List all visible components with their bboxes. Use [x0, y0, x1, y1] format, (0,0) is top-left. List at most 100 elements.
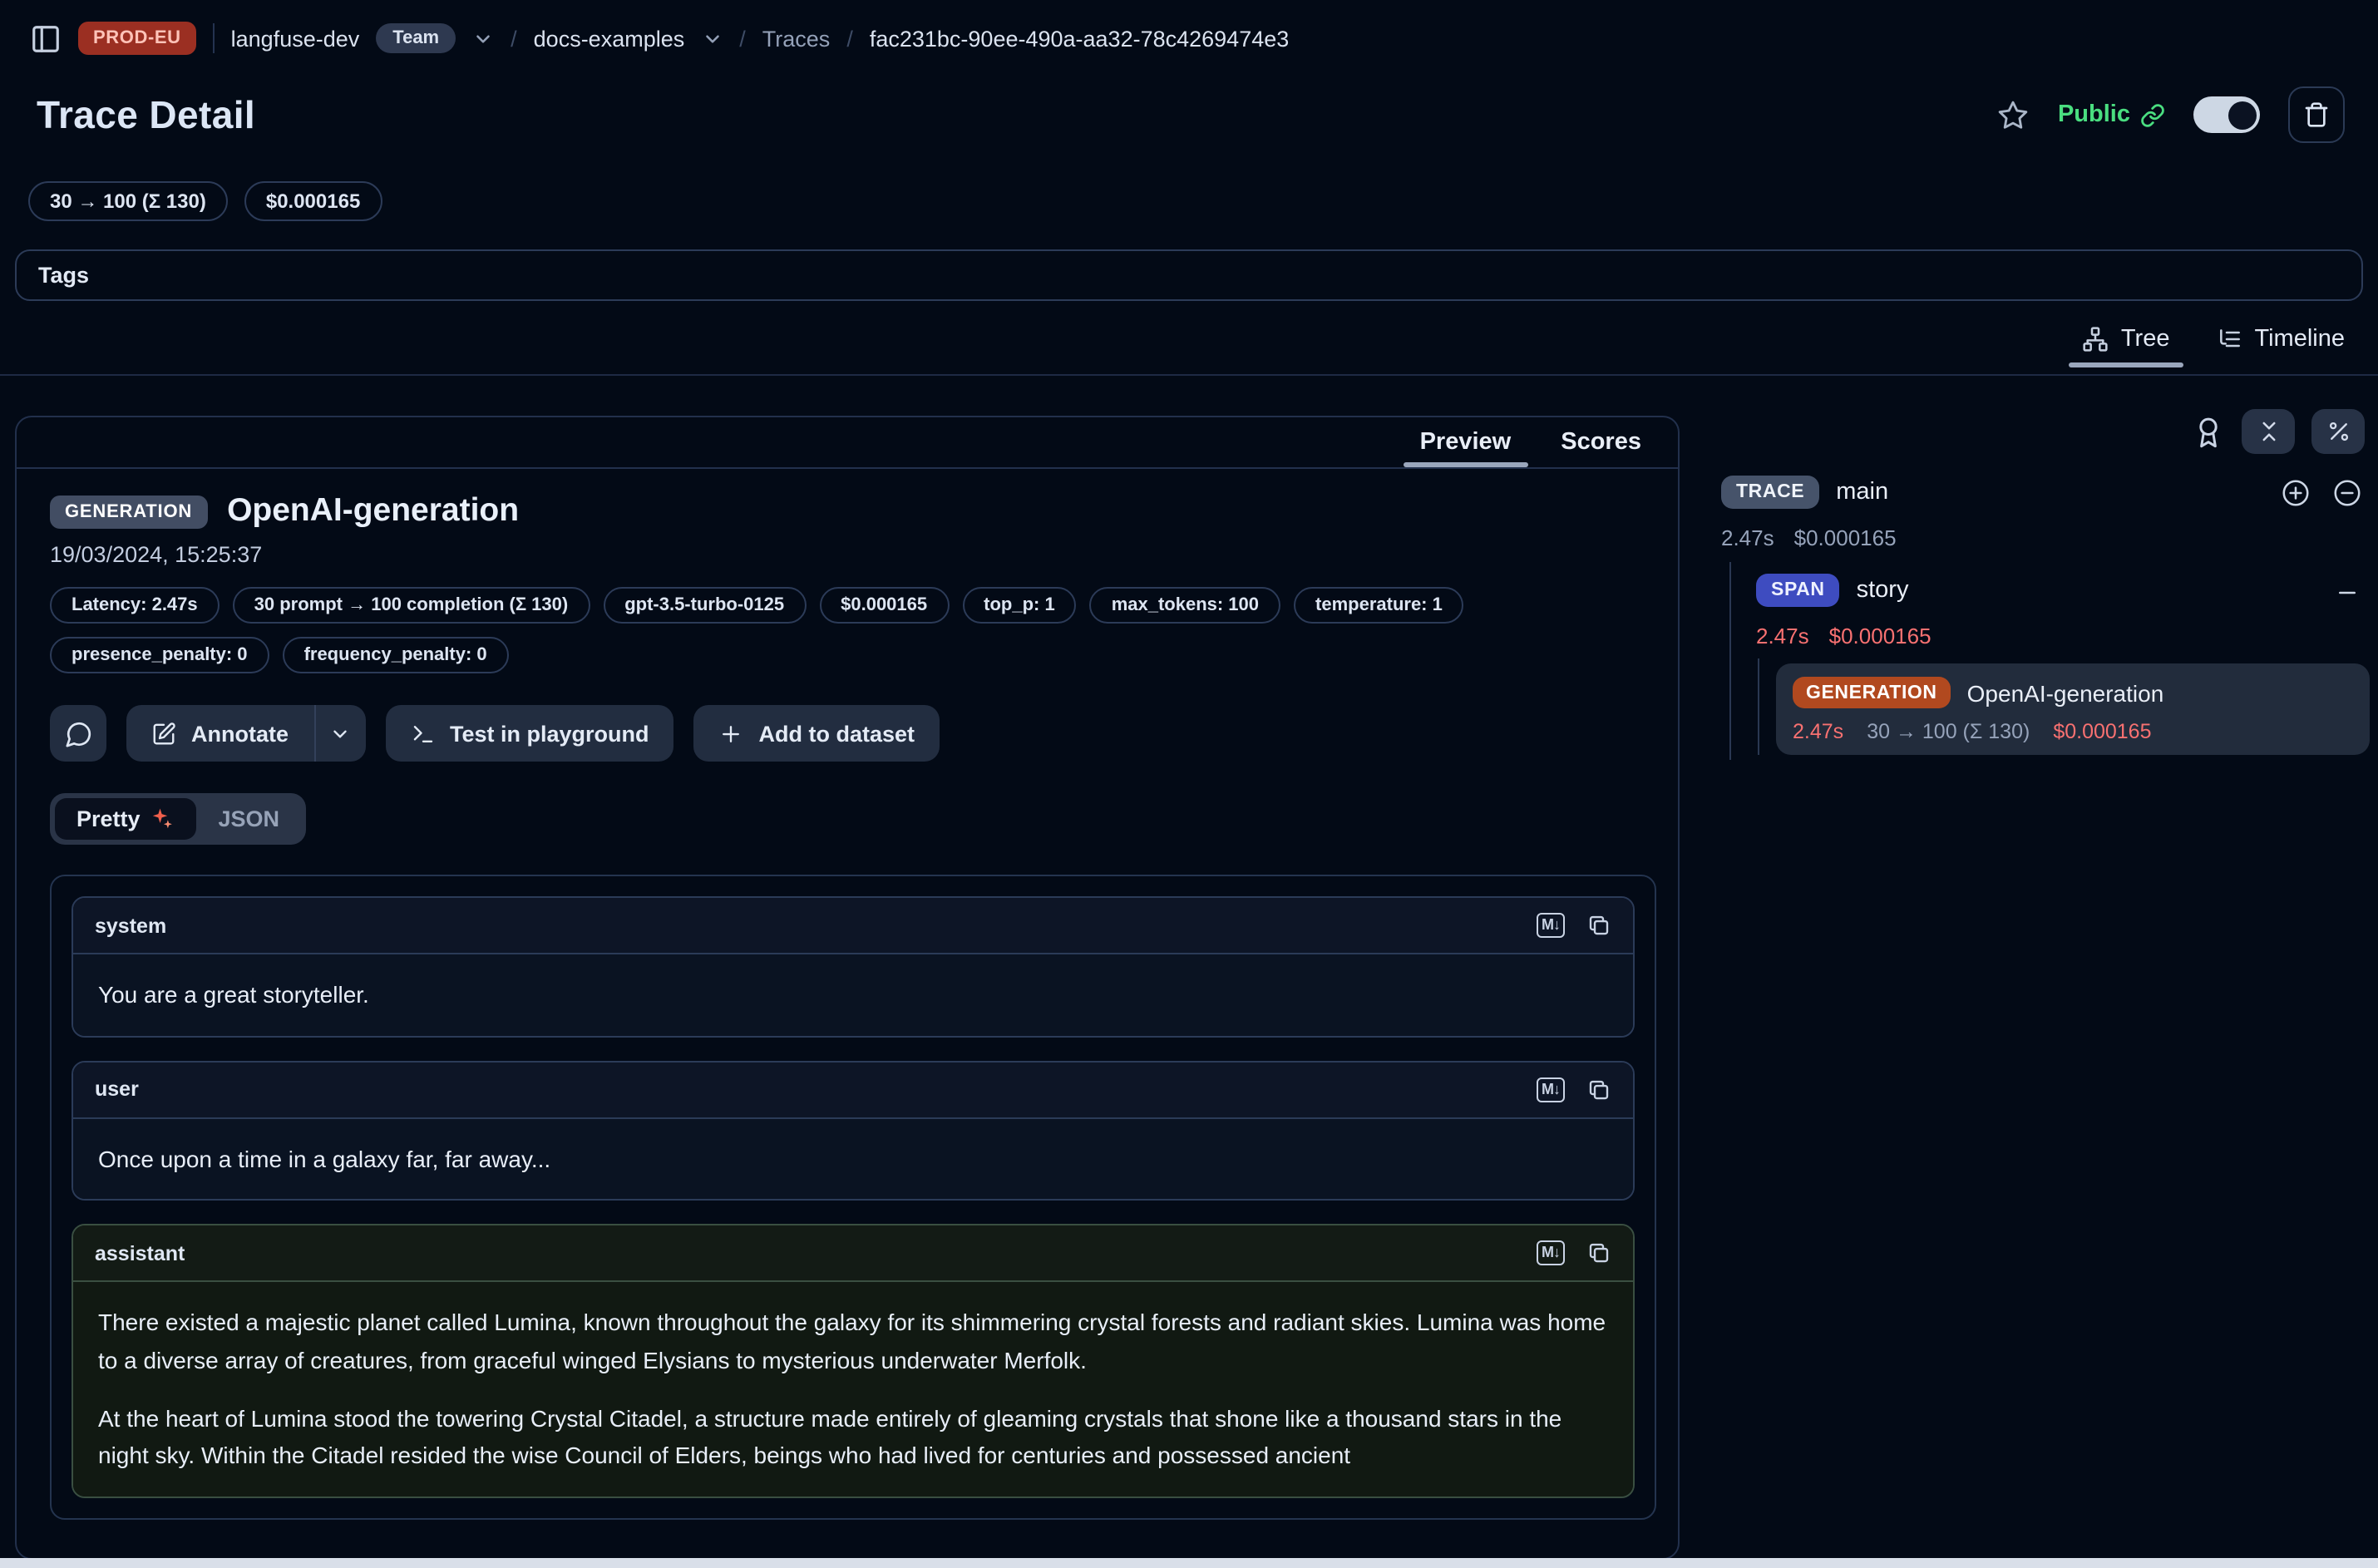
chevron-down-icon[interactable] [701, 27, 723, 49]
trace-detail-page: PROD-EU langfuse-dev Team / docs-example… [0, 0, 2378, 1568]
view-tabs: Tree Timeline [2083, 316, 2345, 362]
message-actions: M↓ [1537, 1077, 1611, 1102]
generation-cost: $0.000165 [2053, 720, 2151, 743]
tab-tree[interactable]: Tree [2083, 326, 2170, 353]
breadcrumb-trace-id: fac231bc-90ee-490a-aa32-78c4269474e3 [870, 26, 1289, 51]
span-type-badge: SPAN [1756, 574, 1840, 607]
span-cost: $0.000165 [1829, 624, 1932, 648]
chevrons-collapse-icon [2256, 419, 2281, 444]
span-metrics: 2.47s $0.000165 [1756, 624, 1932, 648]
trace-metrics: 2.47s $0.000165 [1721, 525, 1897, 550]
message-header: user M↓ [73, 1062, 1633, 1118]
markdown-icon[interactable]: M↓ [1537, 1241, 1565, 1266]
breadcrumb-organization[interactable]: langfuse-dev [231, 26, 360, 51]
trace-cost: $0.000165 [1794, 525, 1897, 550]
link-icon [2140, 102, 2165, 127]
tab-timeline-label: Timeline [2254, 326, 2345, 353]
tab-scores[interactable]: Scores [1561, 429, 1641, 456]
award-icon[interactable] [2192, 415, 2225, 448]
timeline-icon [2216, 326, 2242, 353]
star-icon[interactable] [1998, 99, 2030, 131]
tree-node-trace[interactable]: TRACE main [1721, 476, 1888, 509]
tabs-divider-line [0, 374, 2378, 376]
sparkles-icon [150, 806, 175, 831]
add-to-dataset-label: Add to dataset [759, 721, 915, 746]
pretty-label: Pretty [76, 806, 141, 831]
format-pretty[interactable]: Pretty [55, 798, 197, 840]
collapse-all-button[interactable] [2242, 409, 2295, 454]
message-paragraph: At the heart of Lumina stood the towerin… [98, 1399, 1608, 1475]
expand-all-icon[interactable] [2280, 477, 2311, 509]
collapse-node-icon[interactable] [2331, 477, 2363, 509]
message-header: assistant M↓ [73, 1226, 1633, 1283]
token-badge: 30 prompt → 100 completion (Σ 130) [233, 587, 590, 624]
public-link[interactable]: Public [2058, 101, 2165, 128]
breadcrumb-separator: / [846, 26, 853, 51]
generation-tokens: 30 → 100 (Σ 130) [1867, 720, 2030, 743]
tags-section[interactable]: Tags [15, 249, 2363, 301]
message-paragraph: There existed a majestic planet called L… [98, 1304, 1608, 1380]
message-actions: M↓ [1537, 1241, 1611, 1266]
generation-metrics: 2.47s 30 → 100 (Σ 130) $0.000165 [1793, 720, 2353, 743]
org-role-badge: Team [376, 23, 456, 53]
copy-icon[interactable] [1586, 1077, 1611, 1102]
panel-body: GENERATION OpenAI-generation 19/03/2024,… [17, 469, 1678, 1520]
breadcrumb: PROD-EU langfuse-dev Team / docs-example… [30, 17, 1289, 60]
trace-type-badge: TRACE [1721, 476, 1819, 509]
annotate-button[interactable]: Annotate [126, 705, 313, 762]
observation-type-badge: GENERATION [50, 495, 207, 528]
generation-name: OpenAI-generation [1967, 679, 2164, 706]
tree-zoom-controls [2280, 477, 2363, 509]
trace-latency: 2.47s [1721, 525, 1774, 550]
delete-trace-button[interactable] [2288, 86, 2345, 143]
chevron-down-icon[interactable] [472, 27, 494, 49]
breadcrumb-separator: / [511, 26, 517, 51]
frequency-penalty-badge: frequency_penalty: 0 [283, 637, 509, 673]
horizontal-scrollbar[interactable] [0, 1558, 2378, 1568]
message-header: system M↓ [73, 898, 1633, 954]
tree-node-span[interactable]: SPAN story [1756, 574, 1908, 607]
tree-node-generation-selected[interactable]: GENERATION OpenAI-generation 2.47s 30 → … [1776, 663, 2370, 755]
actions-row: Annotate Test in playground Add to datas… [50, 705, 1651, 762]
collapse-span-icon[interactable] [2335, 580, 2360, 605]
comment-icon [64, 719, 92, 747]
add-to-dataset-button[interactable]: Add to dataset [694, 705, 940, 762]
tab-timeline[interactable]: Timeline [2216, 326, 2345, 353]
annotate-split-button: Annotate [126, 705, 365, 762]
test-in-playground-button[interactable]: Test in playground [385, 705, 674, 762]
plus-icon [719, 721, 744, 746]
tab-tree-label: Tree [2121, 326, 2170, 353]
message-card-assistant: assistant M↓ There existed a majestic pl… [72, 1225, 1635, 1498]
generation-latency: 2.47s [1793, 720, 1843, 743]
percent-icon [2326, 419, 2351, 444]
sidebar-toggle-icon[interactable] [30, 22, 62, 54]
tab-preview[interactable]: Preview [1420, 429, 1512, 456]
latency-badge: Latency: 2.47s [50, 587, 220, 624]
breadcrumb-project[interactable]: docs-examples [534, 26, 685, 51]
message-paragraph: You are a great storyteller. [98, 976, 1608, 1013]
format-json[interactable]: JSON [197, 798, 302, 840]
message-paragraph: Once upon a time in a galaxy far, far aw… [98, 1140, 1608, 1177]
max-tokens-badge: max_tokens: 100 [1090, 587, 1280, 624]
metrics-percent-button[interactable] [2311, 409, 2365, 454]
span-latency: 2.47s [1756, 624, 1809, 648]
edit-icon [151, 721, 176, 746]
header-actions: Public [1998, 86, 2345, 143]
markdown-icon[interactable]: M↓ [1537, 1077, 1565, 1102]
cost-badge: $0.000165 [819, 587, 949, 624]
breadcrumb-traces[interactable]: Traces [762, 26, 831, 51]
markdown-icon[interactable]: M↓ [1537, 913, 1565, 938]
environment-badge[interactable]: PROD-EU [78, 22, 196, 55]
observation-badges: Latency: 2.47s 30 prompt → 100 completio… [50, 587, 1663, 673]
title-row: Trace Detail Public [37, 86, 2345, 143]
copy-icon[interactable] [1586, 1241, 1611, 1266]
generation-row: GENERATION OpenAI-generation [1793, 677, 2353, 708]
public-toggle[interactable] [2193, 96, 2260, 133]
tree-connector-line [1758, 658, 1759, 755]
copy-icon[interactable] [1586, 913, 1611, 938]
generation-type-badge: GENERATION [1793, 677, 1951, 708]
message-card-user: user M↓ Once upon a time in a galaxy far… [72, 1060, 1635, 1201]
panel-tabs: Preview Scores [17, 417, 1678, 469]
comment-button[interactable] [50, 705, 106, 762]
annotate-menu-chevron[interactable] [315, 705, 365, 762]
